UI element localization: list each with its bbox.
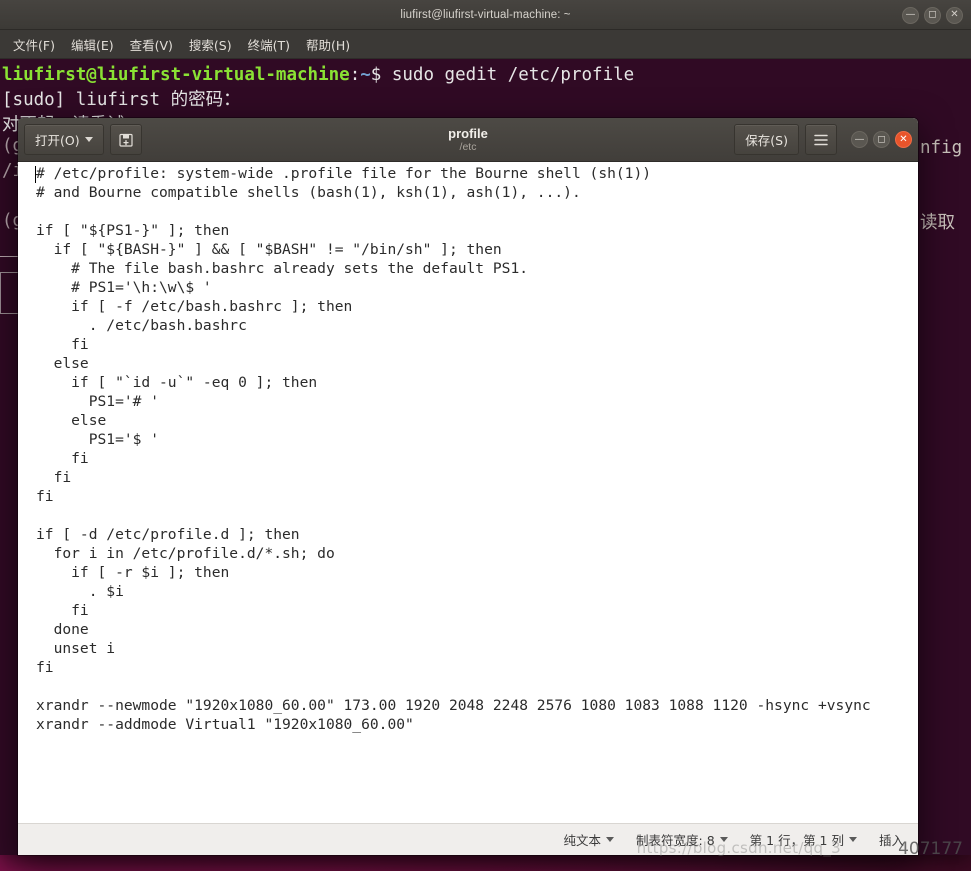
terminal-prompt-path: ~ <box>360 65 371 85</box>
hamburger-menu-icon <box>814 134 828 145</box>
gedit-maximize-icon[interactable]: ◻ <box>873 131 890 148</box>
menu-item-help[interactable]: 帮助(H) <box>299 32 357 57</box>
chevron-down-icon <box>84 137 93 142</box>
hamburger-menu-button[interactable] <box>805 124 837 155</box>
gedit-header-right: 保存(S) — ◻ ✕ <box>734 124 912 155</box>
cursor-position-label: 第 1 行，第 1 列 <box>749 833 844 848</box>
gedit-headerbar[interactable]: 打开(O) profile /etc 保存(S) — ◻ ✕ <box>18 118 918 162</box>
save-as-button[interactable] <box>109 124 142 155</box>
terminal-fragment-right-1: nfig <box>920 138 963 158</box>
terminal-prompt-user: liufirst@liufirst-virtual-machine <box>2 65 350 85</box>
terminal-title: liufirst@liufirst-virtual-machine: ~ <box>400 8 571 21</box>
terminal-prompt-dollar: $ <box>370 65 392 85</box>
terminal-menubar: 文件(F) 编辑(E) 查看(V) 搜索(S) 终端(T) 帮助(H) <box>0 30 971 59</box>
open-button[interactable]: 打开(O) <box>24 124 104 155</box>
gedit-title: profile <box>448 125 488 141</box>
terminal-window-controls: — ◻ ✕ <box>902 0 963 30</box>
terminal-prompt-colon: : <box>349 65 361 85</box>
gedit-close-icon[interactable]: ✕ <box>895 131 912 148</box>
chevron-down-icon <box>606 837 615 842</box>
chevron-down-icon <box>719 837 728 842</box>
gedit-statusbar: 纯文本 制表符宽度: 8 第 1 行，第 1 列 插入 <box>18 823 918 855</box>
menu-item-edit[interactable]: 编辑(E) <box>64 32 121 57</box>
text-cursor <box>35 166 36 183</box>
gedit-window[interactable]: 打开(O) profile /etc 保存(S) — ◻ ✕ # /etc/pr… <box>18 118 918 855</box>
menu-item-view[interactable]: 查看(V) <box>123 32 180 57</box>
open-button-label: 打开(O) <box>35 133 80 148</box>
gedit-minimize-icon[interactable]: — <box>851 131 868 148</box>
insert-mode-text: 插入 <box>878 833 904 848</box>
terminal-titlebar[interactable]: liufirst@liufirst-virtual-machine: ~ — ◻… <box>0 0 971 30</box>
menu-item-terminal[interactable]: 终端(T) <box>241 32 297 57</box>
menu-item-file[interactable]: 文件(F) <box>6 32 62 57</box>
terminal-command: sudo gedit /etc/profile <box>391 65 635 85</box>
language-selector[interactable]: 纯文本 <box>564 830 615 849</box>
cursor-position-selector[interactable]: 第 1 行，第 1 列 <box>750 830 857 849</box>
menu-item-search[interactable]: 搜索(S) <box>182 32 239 57</box>
save-as-icon <box>118 133 133 147</box>
terminal-close-icon[interactable]: ✕ <box>946 6 963 24</box>
tab-width-selector[interactable]: 制表符宽度: 8 <box>636 830 728 849</box>
chevron-down-icon <box>848 837 857 842</box>
gedit-text-editor[interactable]: # /etc/profile: system-wide .profile fil… <box>18 162 918 823</box>
document-content[interactable]: # /etc/profile: system-wide .profile fil… <box>36 164 918 734</box>
save-button-label: 保存(S) <box>745 133 788 148</box>
terminal-fragment-rule <box>0 256 20 257</box>
terminal-fragment-right-2: 读取 <box>920 213 955 233</box>
language-label: 纯文本 <box>563 833 602 848</box>
save-button[interactable]: 保存(S) <box>734 124 799 155</box>
terminal-minimize-icon[interactable]: — <box>902 6 919 24</box>
gedit-subtitle-path: /etc <box>459 140 477 153</box>
gedit-window-controls: — ◻ ✕ <box>851 125 912 155</box>
terminal-sudo-password-prompt: [sudo] liufirst 的密码： <box>2 90 241 110</box>
terminal-maximize-icon[interactable]: ◻ <box>924 6 941 24</box>
tab-width-label: 制表符宽度: 8 <box>636 833 715 848</box>
insert-mode-label: 插入 <box>879 830 904 849</box>
